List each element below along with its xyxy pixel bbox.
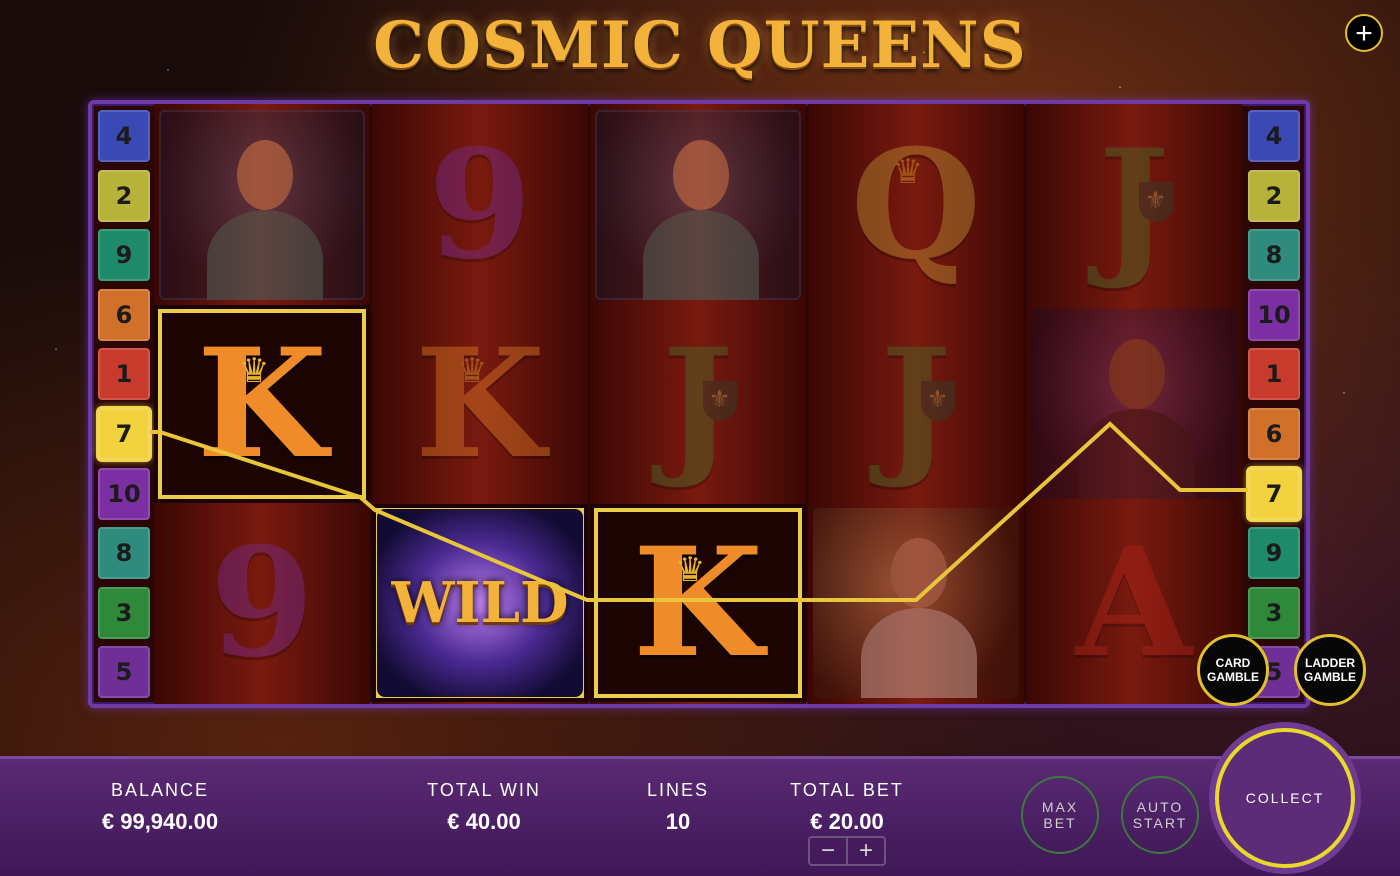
payline-indicator-right-10: 10 — [1248, 288, 1300, 341]
queen-dress — [643, 210, 759, 300]
wild-label: WILD — [391, 570, 569, 636]
total-win-value: € 40.00 — [447, 809, 521, 834]
payline-indicator-left-1: 1 — [98, 348, 150, 401]
payline-indicator-left-6: 6 — [98, 288, 150, 341]
queen-face — [1109, 339, 1165, 409]
game-logo: COSMIC QUEENS — [373, 8, 1027, 83]
payline-indicators-right: 4 2 8 10 1 6 7 9 3 5 — [1248, 110, 1300, 706]
queen-blue-symbol — [159, 110, 365, 300]
queen-dress — [207, 210, 323, 300]
symbol-cell: 9 — [372, 106, 588, 304]
crown-icon: ♛ — [456, 352, 488, 390]
reel-1: K ♛ 9 — [154, 104, 370, 704]
payline-indicator-right-1: 1 — [1248, 348, 1300, 401]
symbol-cell — [808, 504, 1024, 702]
queen-dress — [861, 608, 977, 698]
reel-4: Q ♛ J ⚜ — [808, 104, 1024, 704]
queen-blue-symbol — [595, 110, 801, 300]
fleur-de-lis-icon: ⚜ — [1138, 182, 1173, 222]
symbol-a: A — [1075, 515, 1193, 691]
balance-value: € 99,940.00 — [101, 809, 219, 834]
menu-plus-button[interactable]: + — [1345, 14, 1383, 52]
wild-symbol: WILD — [377, 509, 583, 697]
payline-indicator-right-3: 3 — [1248, 586, 1300, 639]
queen-purple-symbol — [1031, 309, 1237, 499]
lines-value: 10 — [665, 809, 691, 834]
payline-indicator-right-4: 4 — [1248, 110, 1300, 162]
total-win-label: TOTAL WIN — [427, 780, 541, 800]
symbol-9: 9 — [209, 515, 315, 691]
symbol-cell: 9 — [154, 504, 370, 702]
payline-indicator-left-10: 10 — [98, 467, 150, 520]
symbol-cell: J ⚜ — [590, 305, 806, 503]
fleur-de-lis-icon: ⚜ — [920, 381, 955, 421]
crown-icon: ♛ — [238, 352, 270, 390]
payline-indicator-right-6: 6 — [1248, 407, 1300, 460]
payline-indicators-left: 4 2 9 6 1 7 10 8 3 5 — [98, 110, 150, 706]
symbol-9: 9 — [427, 117, 533, 293]
bet-decrease-button[interactable]: − — [810, 838, 846, 864]
payline-indicator-right-9: 9 — [1248, 527, 1300, 580]
reel-2: 9 K ♛ WILD — [372, 104, 588, 704]
bet-increase-button[interactable]: + — [846, 838, 884, 864]
queen-face — [237, 140, 293, 210]
payline-indicator-left-4: 4 — [98, 110, 150, 162]
balance-label: BALANCE — [110, 780, 210, 800]
lines-label: LINES — [646, 780, 710, 800]
total-bet-display: TOTAL BET € 20.00 — [772, 780, 922, 835]
symbol-cell — [154, 106, 370, 304]
queen-face — [673, 140, 729, 210]
symbol-cell: K ♛ — [590, 504, 806, 702]
total-bet-value: € 20.00 — [810, 809, 884, 834]
symbol-cell: K ♛ — [372, 305, 588, 503]
balance-display: BALANCE € 99,940.00 — [70, 780, 250, 835]
crown-icon: ♛ — [674, 551, 706, 589]
queen-gold-symbol — [813, 508, 1019, 698]
payline-indicator-left-2: 2 — [98, 169, 150, 222]
symbol-cell: Q ♛ — [808, 106, 1024, 304]
symbol-cell — [590, 106, 806, 304]
payline-indicator-left-5: 5 — [98, 646, 150, 699]
crown-icon: ♛ — [892, 153, 924, 191]
ladder-gamble-button[interactable]: LADDER GAMBLE — [1294, 634, 1366, 706]
reel-3: J ⚜ K ♛ — [590, 104, 806, 704]
payline-indicator-left-7: 7 — [98, 407, 150, 460]
lines-display: LINES 10 — [628, 780, 728, 835]
bet-stepper: − + — [808, 836, 886, 866]
payline-indicator-left-3: 3 — [98, 586, 150, 639]
total-bet-label: TOTAL BET — [790, 780, 904, 800]
symbol-cell: WILD — [372, 504, 588, 702]
payline-indicator-left-9: 9 — [98, 229, 150, 282]
payline-indicator-left-8: 8 — [98, 527, 150, 580]
total-win-display: TOTAL WIN € 40.00 — [404, 780, 564, 835]
payline-indicator-right-7: 7 — [1248, 467, 1300, 520]
payline-indicator-right-2: 2 — [1248, 169, 1300, 222]
symbol-cell: J ⚜ — [1026, 106, 1242, 304]
auto-start-button[interactable]: AUTO START — [1121, 776, 1199, 854]
max-bet-button[interactable]: MAX BET — [1021, 776, 1099, 854]
queen-dress — [1079, 409, 1195, 499]
fleur-de-lis-icon: ⚜ — [702, 381, 737, 421]
card-gamble-button[interactable]: CARD GAMBLE — [1197, 634, 1269, 706]
queen-face — [891, 538, 947, 608]
collect-button[interactable]: COLLECT — [1215, 728, 1355, 868]
symbol-cell — [1026, 305, 1242, 503]
symbol-cell: K ♛ — [154, 305, 370, 503]
reel-grid: K ♛ 9 9 K ♛ WILD J ⚜ K ♛ Q ♛ J ⚜ J ⚜ A — [154, 104, 1244, 704]
reel-5: J ⚜ A — [1026, 104, 1242, 704]
symbol-cell: J ⚜ — [808, 305, 1024, 503]
payline-indicator-right-8: 8 — [1248, 229, 1300, 282]
